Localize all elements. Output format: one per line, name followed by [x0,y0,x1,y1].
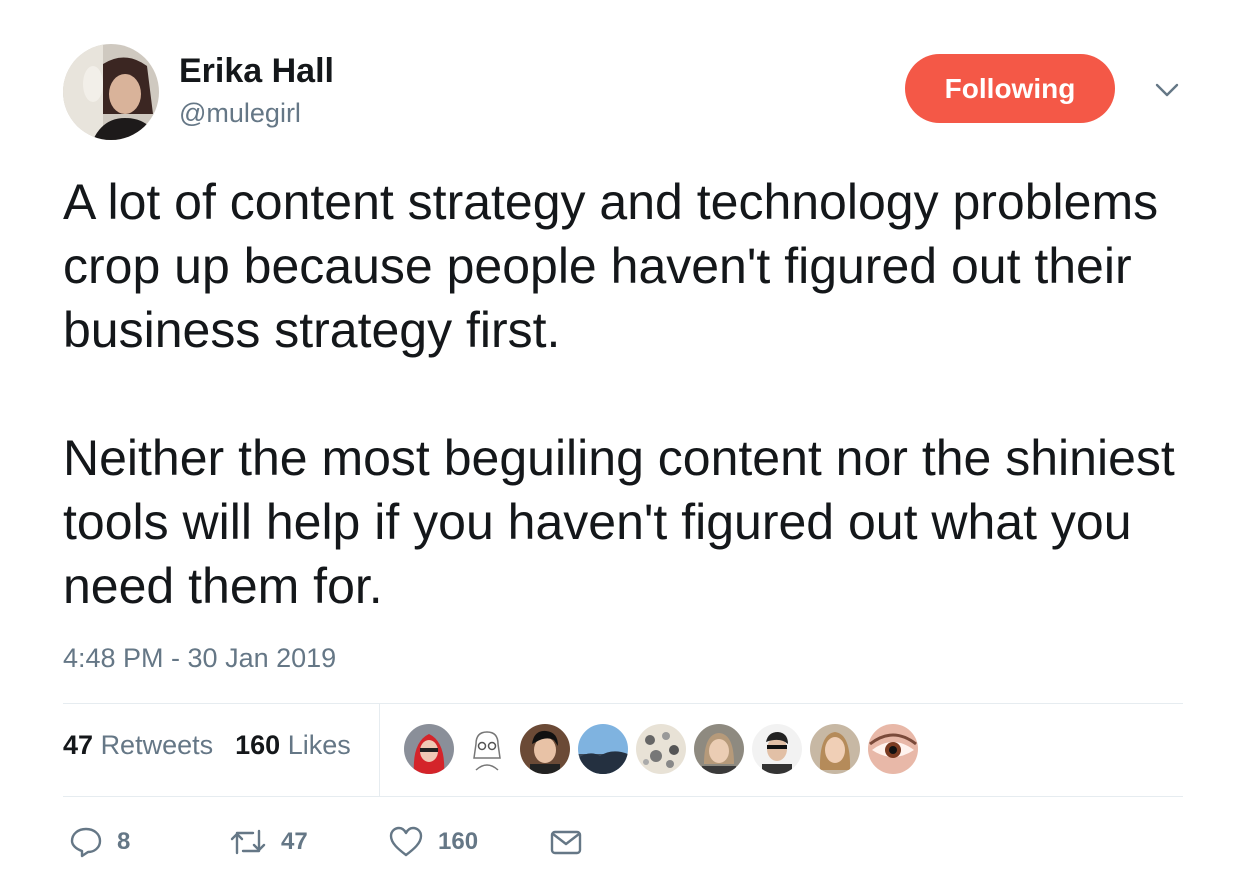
author-name[interactable]: Erika Hall [179,52,334,91]
direct-message-button[interactable] [549,820,583,864]
divider [63,703,1183,704]
liker-avatars [404,724,926,774]
retweets-stat[interactable]: 47 Retweets [63,730,213,760]
chevron-down-icon[interactable] [1152,78,1182,102]
liker-avatar[interactable] [636,724,686,774]
tweet-paragraph: A lot of content strategy and technology… [63,174,1159,358]
liker-avatar[interactable] [578,724,628,774]
heart-icon [389,826,423,857]
likes-stat[interactable]: 160 Likes [235,730,351,760]
liker-avatar[interactable] [810,724,860,774]
reply-count: 8 [117,828,131,855]
liker-avatar[interactable] [868,724,918,774]
author-avatar[interactable] [63,44,159,140]
divider [379,704,380,796]
liker-avatar[interactable] [462,724,512,774]
reply-button[interactable]: 8 [69,820,130,864]
liker-avatar[interactable] [694,724,744,774]
liker-avatar[interactable] [404,724,454,774]
tweet-stats: 47 Retweets 160 Likes [63,730,351,761]
retweets-label: Retweets [100,730,214,760]
likes-label: Likes [287,730,351,760]
divider [63,796,1183,797]
liker-avatar[interactable] [520,724,570,774]
liker-avatar[interactable] [752,724,802,774]
like-button[interactable]: 160 [388,820,478,864]
envelope-icon [550,830,582,855]
retweets-count: 47 [63,730,94,760]
author-handle[interactable]: @mulegirl [179,98,301,129]
tweet-timestamp[interactable]: 4:48 PM - 30 Jan 2019 [63,643,336,674]
tweet-text: A lot of content strategy and technology… [63,170,1183,618]
reply-icon [70,827,102,858]
following-button[interactable]: Following [905,54,1115,123]
tweet-paragraph: Neither the most beguiling content nor t… [63,430,1175,614]
likes-count: 160 [235,730,281,760]
retweet-icon [230,829,266,855]
like-count: 160 [438,828,479,855]
retweet-count: 47 [281,828,308,855]
retweet-button[interactable]: 47 [229,820,308,864]
